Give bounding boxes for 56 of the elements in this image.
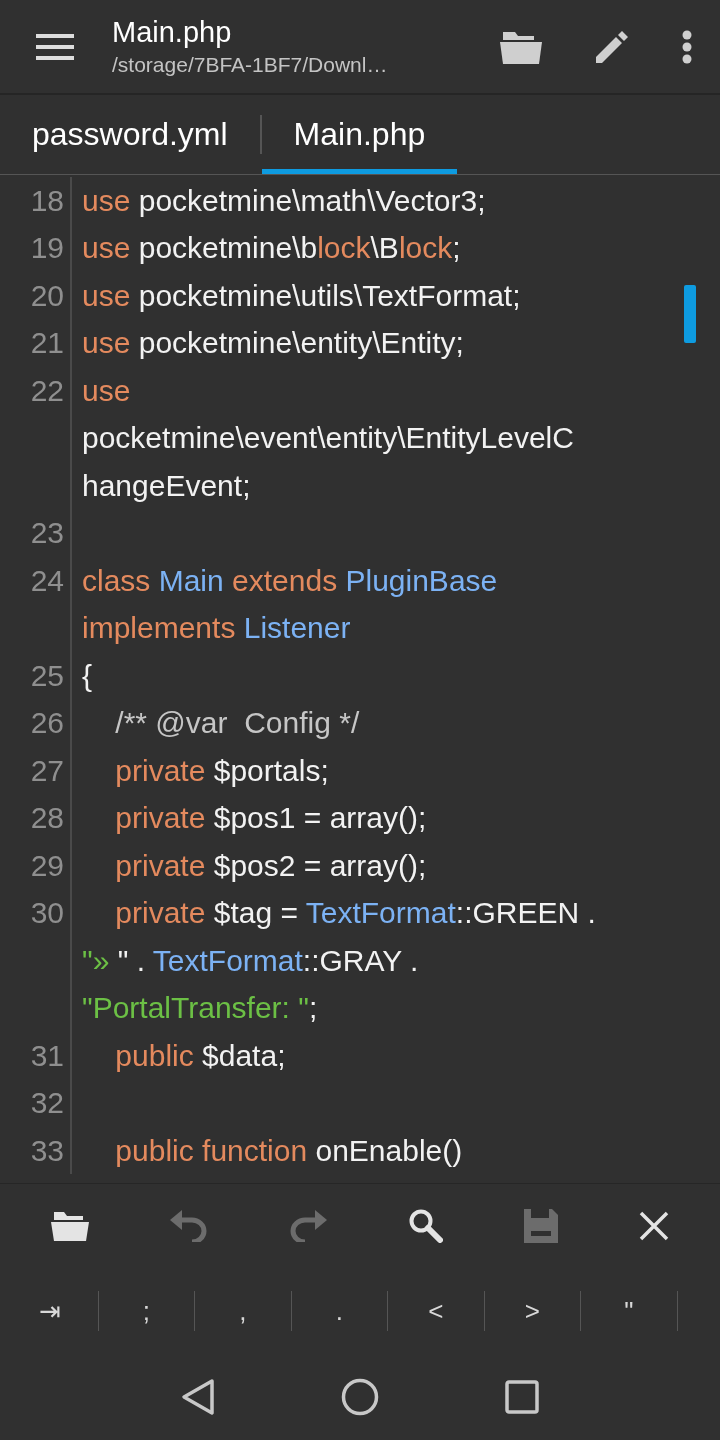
pencil-icon[interactable] xyxy=(594,28,630,65)
code-line: pocketmine\event\entity\EntityLevelC xyxy=(82,420,574,457)
code-line: private $pos2 = array(); xyxy=(114,847,427,884)
code-line: "PortalTransfer: "; xyxy=(82,990,319,1027)
home-icon[interactable] xyxy=(341,1378,379,1417)
line-number: 32 xyxy=(29,1085,64,1122)
line-number: 31 xyxy=(29,1037,64,1074)
line-number: 29 xyxy=(29,847,64,884)
line-number: 26 xyxy=(29,705,64,742)
line-number: 22 xyxy=(29,372,64,409)
line-number: 27 xyxy=(29,752,64,789)
symbol-key[interactable]: " xyxy=(581,1291,678,1332)
code-line: use pocketmine\math\Vector3; xyxy=(82,182,486,219)
code-line: use pocketmine\utils\TextFormat; xyxy=(82,277,521,314)
line-number: 18 xyxy=(29,182,64,219)
line-number: 21 xyxy=(29,325,64,362)
file-title: Main.php xyxy=(112,16,233,50)
line-number: 20 xyxy=(29,277,64,314)
code-line: private $pos1 = array(); xyxy=(114,800,427,837)
folder-icon[interactable] xyxy=(50,1210,89,1241)
code-line: use pocketmine\entity\Entity; xyxy=(82,325,464,362)
symbol-key[interactable]: ⇥ xyxy=(2,1291,99,1332)
symbol-key[interactable]: ; xyxy=(98,1291,195,1332)
code-line: class Main extends PluginBase xyxy=(82,562,498,599)
file-tab[interactable]: password.yml xyxy=(0,95,260,174)
symbol-key[interactable]: . xyxy=(291,1291,388,1332)
symbol-key[interactable]: , xyxy=(195,1291,292,1332)
line-number: 19 xyxy=(29,230,64,267)
code-line: public function onEnable() xyxy=(114,1132,463,1169)
line-number: 25 xyxy=(29,657,64,694)
code-line: hangeEvent; xyxy=(82,467,252,504)
code-line: use pocketmine\block\Block; xyxy=(82,230,461,267)
symbol-key[interactable]: > xyxy=(484,1291,581,1332)
line-number: 30 xyxy=(29,895,64,932)
code-line: public $data; xyxy=(114,1037,286,1074)
more-icon[interactable] xyxy=(682,29,692,64)
line-number: 33 xyxy=(29,1132,64,1169)
search-icon[interactable] xyxy=(408,1208,443,1243)
code-line: /** @var Config */ xyxy=(114,705,360,742)
scroll-thumb[interactable] xyxy=(684,284,696,343)
code-line: "» " . TextFormat::GRAY . xyxy=(82,942,420,979)
code-line: { xyxy=(82,657,93,694)
code-line: private $portals; xyxy=(114,752,329,789)
line-number: 23 xyxy=(29,515,64,552)
menu-icon[interactable] xyxy=(36,32,74,61)
recents-icon[interactable] xyxy=(505,1380,539,1415)
line-number: 24 xyxy=(29,562,64,599)
code-line: private $tag = TextFormat::GREEN . xyxy=(114,895,596,932)
code-line: use xyxy=(82,372,132,409)
close-icon[interactable] xyxy=(639,1210,670,1241)
folder-icon[interactable] xyxy=(500,29,542,64)
back-icon[interactable] xyxy=(181,1378,215,1417)
line-number: 28 xyxy=(29,800,64,837)
code-line: implements Listener xyxy=(82,610,352,647)
symbol-key[interactable]: < xyxy=(388,1291,485,1332)
file-path: /storage/7BFA-1BF7/Downl… xyxy=(112,53,389,78)
